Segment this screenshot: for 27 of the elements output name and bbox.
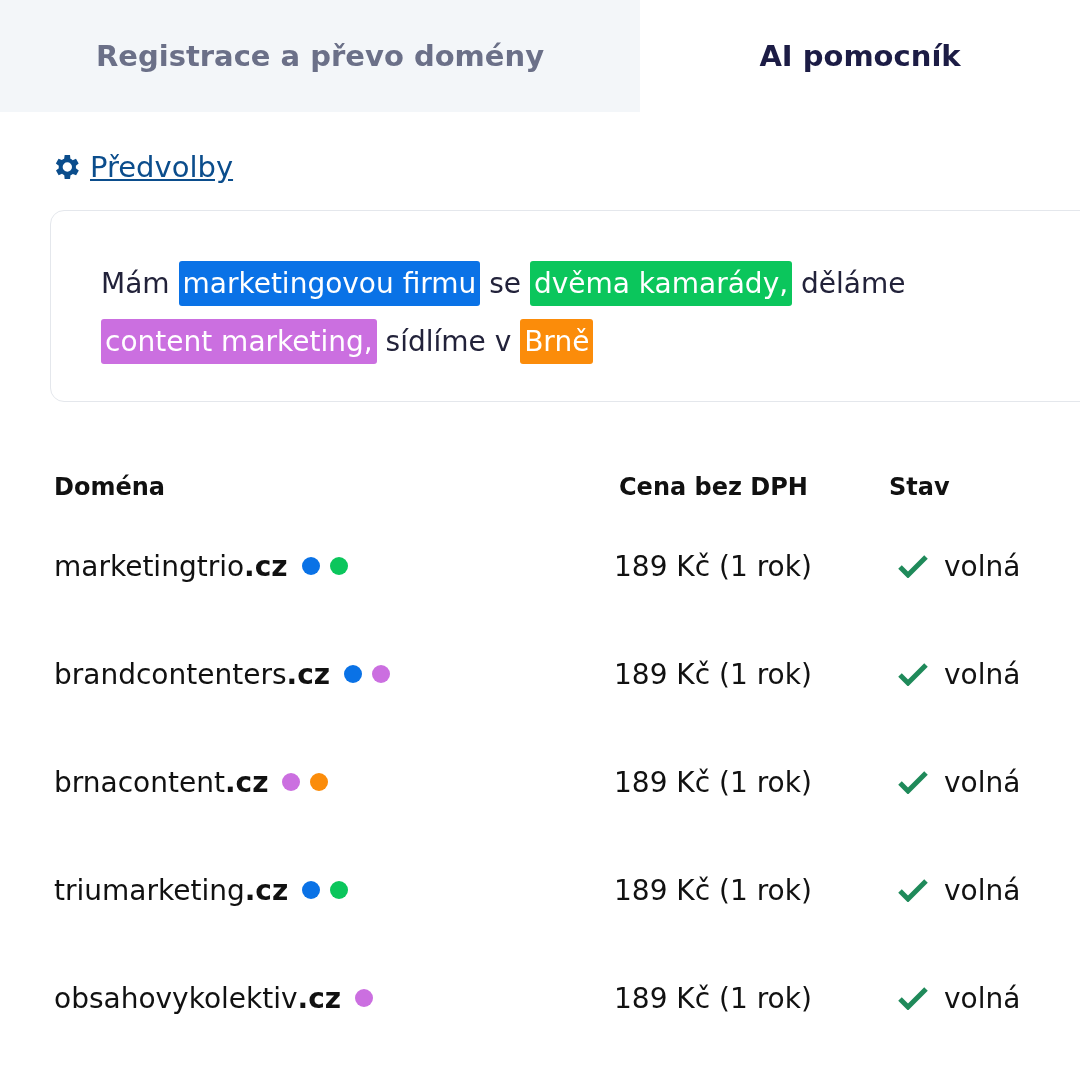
domain-name: obsahovykolektiv.cz <box>54 981 342 1015</box>
prompt-box[interactable]: Mám marketingovou firmu se dvěma kamarády, děláme content marketing, sídlíme v Brně <box>50 210 1080 402</box>
domain-name: brnacontent.cz <box>54 765 269 799</box>
column-header: Stav <box>889 473 950 501</box>
status: volná <box>944 765 1021 799</box>
price: 189 Kč (1 rok) <box>614 873 813 907</box>
domain-name: brandcontenters.cz <box>54 657 331 691</box>
status: volná <box>944 549 1021 583</box>
tab[interactable]: Registrace a převo domény <box>0 0 640 112</box>
price: 189 Kč (1 rok) <box>614 981 813 1015</box>
check-icon <box>898 554 928 578</box>
status: volná <box>944 873 1021 907</box>
preferences-link[interactable]: Předvolby <box>90 150 234 184</box>
column-header: Cena bez DPH <box>619 473 808 501</box>
check-icon <box>898 770 928 794</box>
domain-name: marketingtrio.cz <box>54 549 288 583</box>
prompt-text: Mám marketingovou firmu se dvěma kamarády, děláme content marketing, sídlíme v Brně <box>101 255 1049 371</box>
check-icon <box>898 662 928 686</box>
status: volná <box>944 657 1021 691</box>
column-header: Doména <box>54 473 165 501</box>
price: 189 Kč (1 rok) <box>614 549 813 583</box>
price: 189 Kč (1 rok) <box>614 765 813 799</box>
check-icon <box>898 878 928 902</box>
status: volná <box>944 981 1021 1015</box>
check-icon <box>898 986 928 1010</box>
domain-name: triumarketing.cz <box>54 873 289 907</box>
price: 189 Kč (1 rok) <box>614 657 813 691</box>
